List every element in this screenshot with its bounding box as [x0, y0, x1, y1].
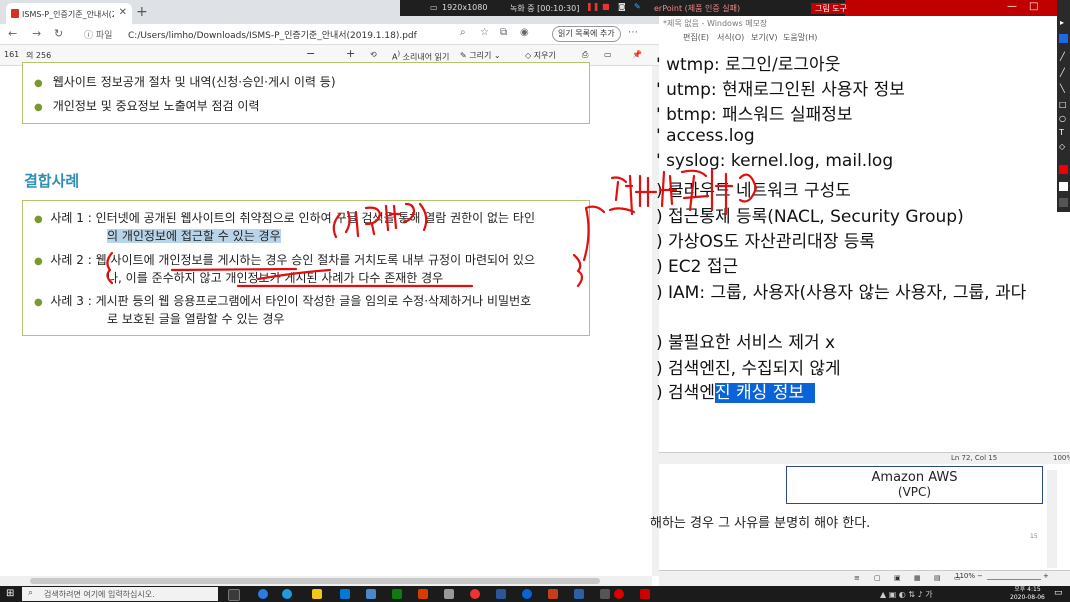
search-placeholder: 검색하려면 여기에 입력하십시오.	[44, 590, 155, 599]
search-icon: ⌕	[28, 588, 34, 598]
taskbar-search[interactable]: ⌕ 검색하려면 여기에 입력하십시오.	[22, 587, 218, 601]
recorder-icon[interactable]	[614, 589, 624, 599]
clock-date: 2020-08-06	[1010, 594, 1045, 601]
clock-time: 오후 4:15	[1014, 586, 1041, 593]
ie-icon[interactable]	[282, 589, 292, 599]
word-icon[interactable]	[496, 589, 506, 599]
app-icon[interactable]	[444, 589, 454, 599]
app-icon[interactable]	[392, 589, 402, 599]
edge-icon[interactable]	[522, 589, 532, 599]
notification-icon[interactable]: ▭	[1054, 588, 1063, 598]
handwritten-annotations	[106, 168, 758, 288]
edge-icon[interactable]	[258, 589, 268, 599]
windows-start-icon[interactable]: ⊞	[6, 588, 14, 599]
app-icon[interactable]	[640, 589, 650, 599]
tray-icons[interactable]: ▲ ▣ ◐ ⇅ ♪ 가	[880, 589, 933, 600]
powerpoint-icon[interactable]	[548, 589, 558, 599]
app-icon[interactable]	[574, 589, 584, 599]
store-icon[interactable]	[366, 589, 376, 599]
mail-icon[interactable]	[340, 589, 350, 599]
notepad-icon[interactable]	[600, 589, 610, 599]
file-explorer-icon[interactable]	[312, 589, 322, 599]
clock[interactable]: 오후 4:15 2020-08-06	[1010, 586, 1045, 602]
office-icon[interactable]	[418, 589, 428, 599]
task-view-icon[interactable]	[228, 589, 240, 601]
chrome-icon[interactable]	[470, 589, 480, 599]
